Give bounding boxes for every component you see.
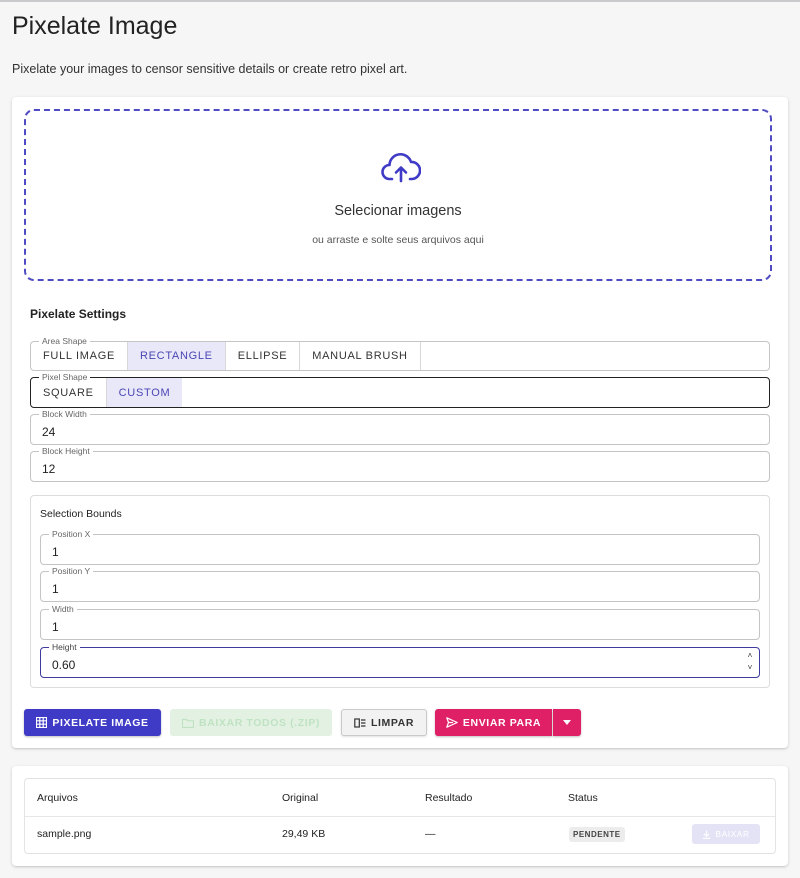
send-to-button[interactable]: ENVIAR PARA (435, 709, 552, 736)
area-shape-toggle: FULL IMAGE RECTANGLE ELLIPSE MANUAL BRUS… (31, 342, 421, 370)
send-to-dropdown-button[interactable] (553, 709, 581, 736)
folder-icon (182, 718, 195, 728)
width-label: Width (49, 604, 77, 614)
position-y-field[interactable]: Position Y 1 (40, 566, 760, 602)
send-icon (446, 717, 458, 728)
selection-bounds-panel: Selection Bounds Position X 1 Position Y… (30, 495, 770, 688)
area-shape-manual-brush[interactable]: MANUAL BRUSH (300, 342, 421, 370)
caret-down-icon (563, 720, 571, 725)
dropzone-title: Selecionar imagens (334, 203, 462, 219)
pixelate-image-label: PIXELATE IMAGE (52, 716, 149, 729)
height-field[interactable]: Height 0.60 ˄ ˅ (40, 642, 760, 678)
column-header-original: Original (282, 792, 319, 804)
block-height-value: 12 (42, 462, 56, 476)
height-label: Height (49, 642, 80, 652)
width-field[interactable]: Width 1 (40, 604, 760, 640)
file-name: sample.png (37, 828, 92, 840)
clear-list-icon (354, 717, 366, 728)
clear-button[interactable]: LIMPAR (341, 709, 427, 736)
area-shape-full-image[interactable]: FULL IMAGE (31, 342, 128, 370)
block-width-value: 24 (42, 425, 56, 439)
download-file-label: BAIXAR (715, 829, 750, 839)
status-badge: PENDENTE (569, 827, 625, 842)
height-value: 0.60 (52, 658, 76, 672)
position-y-value: 1 (52, 582, 59, 596)
selection-bounds-title: Selection Bounds (40, 508, 122, 520)
spin-down-icon[interactable]: ˅ (746, 662, 754, 674)
table-divider (25, 816, 775, 817)
block-width-field[interactable]: Block Width 24 (30, 409, 770, 445)
settings-card: Selecionar imagens ou arraste e solte se… (12, 97, 788, 748)
download-all-button[interactable]: BAIXAR TODOS (.ZIP) (170, 709, 332, 736)
download-file-button[interactable]: BAIXAR (692, 824, 760, 844)
block-height-label: Block Height (39, 446, 93, 456)
file-original-size: 29,49 KB (282, 828, 326, 840)
block-width-label: Block Width (39, 409, 90, 419)
page-subtitle: Pixelate your images to censor sensitive… (12, 62, 408, 76)
settings-title: Pixelate Settings (30, 307, 127, 321)
pixel-shape-custom[interactable]: CUSTOM (106, 378, 183, 407)
send-to-label: ENVIAR PARA (462, 716, 542, 729)
clear-label: LIMPAR (370, 716, 415, 729)
area-shape-group: Area Shape FULL IMAGE RECTANGLE ELLIPSE … (30, 336, 770, 371)
pixel-shape-square[interactable]: SQUARE (31, 378, 107, 407)
download-all-label: BAIXAR TODOS (.ZIP) (199, 716, 320, 729)
area-shape-rectangle[interactable]: RECTANGLE (128, 342, 226, 370)
download-icon (703, 830, 711, 839)
column-header-result: Resultado (425, 792, 473, 804)
top-border (0, 0, 800, 2)
column-header-files: Arquivos (37, 792, 78, 804)
file-dropzone[interactable]: Selecionar imagens ou arraste e solte se… (24, 109, 772, 281)
position-y-label: Position Y (49, 566, 94, 576)
position-x-value: 1 (52, 545, 59, 559)
block-height-field[interactable]: Block Height 12 (30, 446, 770, 482)
page-title: Pixelate Image (12, 12, 178, 40)
position-x-label: Position X (49, 529, 94, 539)
position-x-field[interactable]: Position X 1 (40, 529, 760, 565)
files-table: Arquivos Original Resultado Status sampl… (24, 778, 776, 854)
files-card: Arquivos Original Resultado Status sampl… (12, 766, 788, 866)
column-header-status: Status (568, 792, 598, 804)
cloud-upload-icon (381, 153, 421, 183)
height-spinner[interactable]: ˄ ˅ (746, 650, 754, 674)
dropzone-subtitle: ou arraste e solte seus arquivos aqui (312, 234, 484, 246)
file-result-size: — (425, 828, 436, 840)
pixel-shape-toggle: SQUARE CUSTOM (31, 378, 183, 407)
spin-up-icon[interactable]: ˄ (746, 650, 754, 662)
area-shape-ellipse[interactable]: ELLIPSE (226, 342, 301, 370)
grid-icon (36, 717, 48, 728)
pixel-shape-group: Pixel Shape SQUARE CUSTOM (30, 372, 770, 408)
width-value: 1 (52, 620, 59, 634)
pixelate-image-button[interactable]: PIXELATE IMAGE (24, 709, 161, 736)
